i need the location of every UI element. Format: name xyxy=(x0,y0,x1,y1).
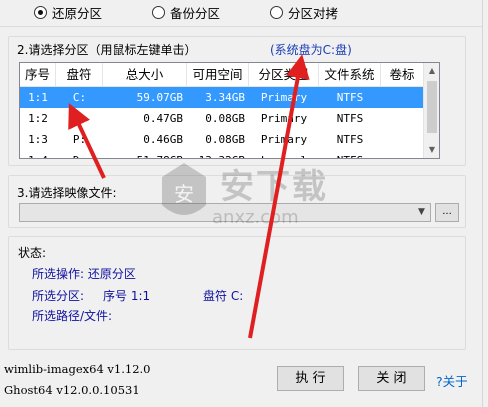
arrow-to-system-disk-icon xyxy=(248,54,310,339)
arrow-to-drive-c-icon xyxy=(68,103,106,179)
annotation-arrows xyxy=(68,54,310,339)
